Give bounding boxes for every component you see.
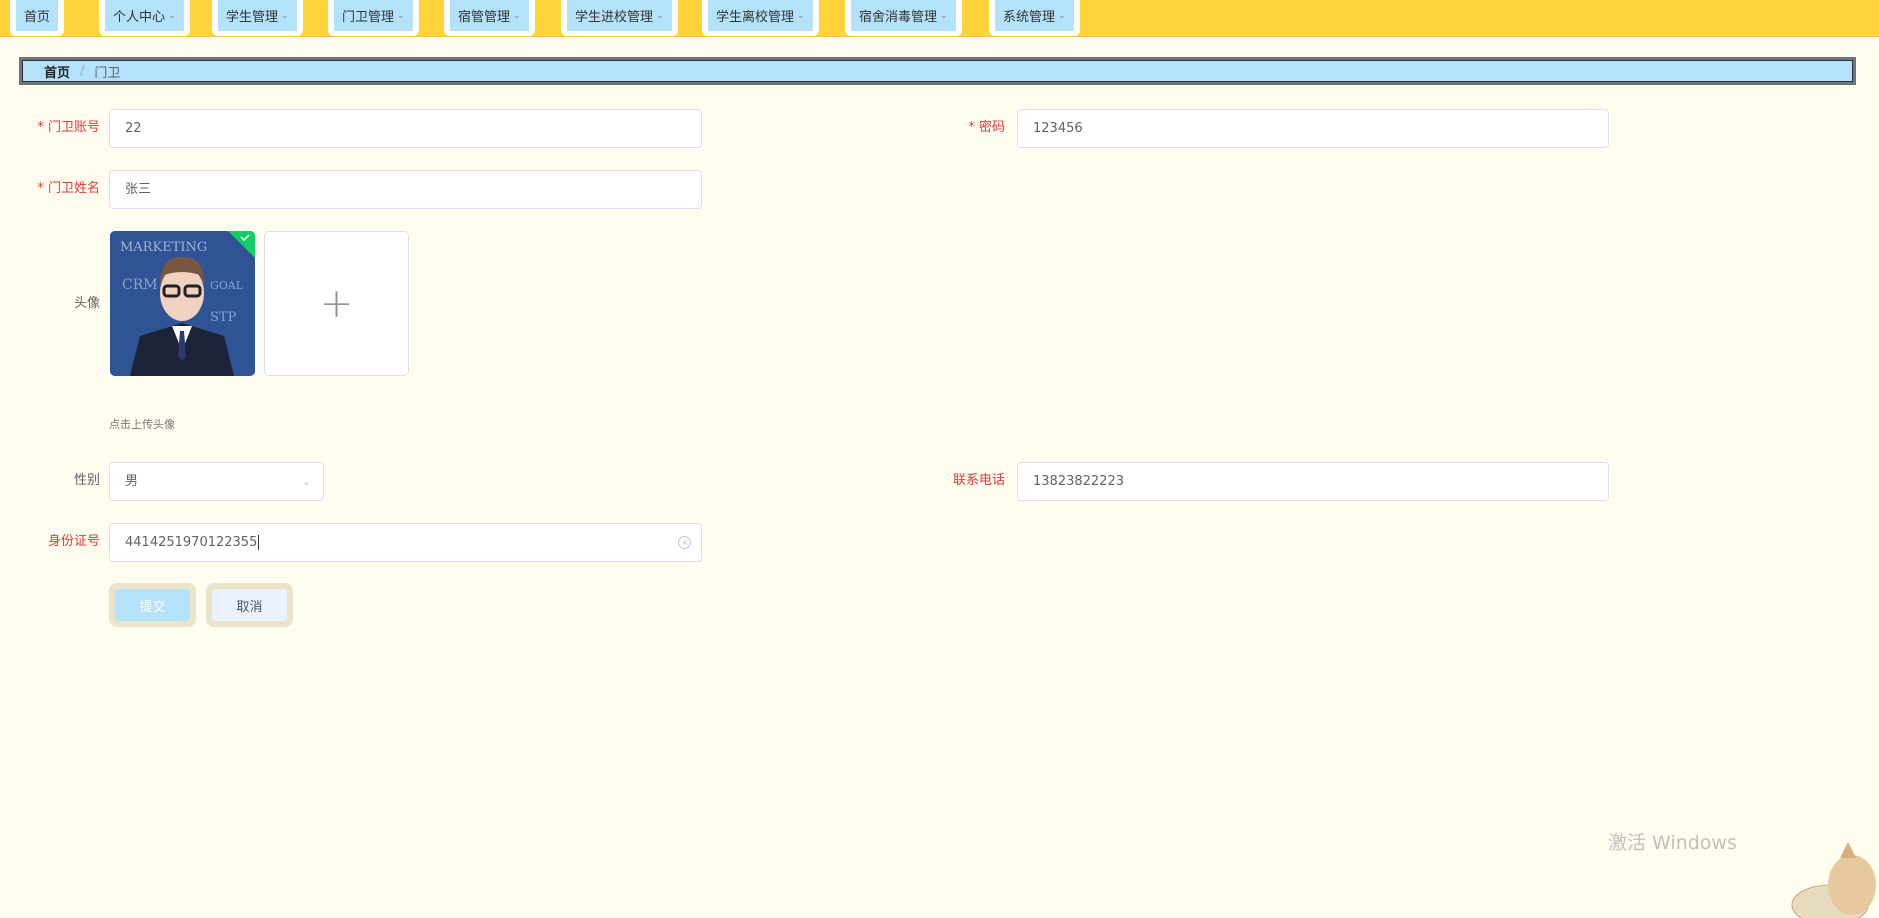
- cancel-button[interactable]: 取消: [212, 589, 287, 621]
- nav-item-label: 学生离校管理: [716, 10, 795, 25]
- nav-item-label: 系统管理: [1003, 10, 1056, 25]
- text-cursor: [258, 535, 260, 550]
- avatar-label: 头像: [73, 296, 100, 311]
- gender-value: 男: [125, 474, 139, 489]
- nav-item[interactable]: 学生管理 ⌄: [212, 0, 303, 36]
- nav-item-label: 门卫管理: [342, 10, 395, 25]
- idcard-label: 身份证号: [47, 534, 100, 549]
- password-input[interactable]: 123456: [1017, 109, 1609, 148]
- svg-text:GOAL: GOAL: [210, 279, 244, 292]
- password-label: * 密码: [968, 120, 1005, 135]
- svg-text:CRM: CRM: [122, 277, 158, 293]
- chevron-down-icon: ⌄: [281, 10, 289, 21]
- nav-item[interactable]: 门卫管理 ⌄: [328, 0, 419, 36]
- chevron-down-icon: ⌄: [1058, 10, 1066, 21]
- nav-item-label: 宿管管理: [458, 10, 511, 25]
- chevron-down-icon: ⌄: [940, 10, 948, 21]
- chevron-down-icon: ⌄: [397, 10, 405, 21]
- breadcrumb-home[interactable]: 首页: [44, 62, 70, 81]
- plus-icon: +: [319, 280, 354, 327]
- nav-item[interactable]: 系统管理 ⌄: [989, 0, 1080, 36]
- gender-select[interactable]: 男 ⌄: [109, 462, 324, 501]
- windows-activation-watermark: 激活 Windows: [1608, 832, 1737, 854]
- nav-item-label: 宿舍消毒管理: [859, 10, 938, 25]
- nav-item-label: 个人中心: [113, 10, 166, 25]
- account-input[interactable]: 22: [109, 109, 702, 148]
- nav-item[interactable]: 宿管管理 ⌄: [444, 0, 535, 36]
- cat-decoration-icon: [1791, 842, 1876, 918]
- nav-item[interactable]: 学生进校管理 ⌄: [561, 0, 678, 36]
- avatar-hint: 点击上传头像: [109, 418, 175, 431]
- chevron-down-icon: ⌄: [168, 10, 176, 21]
- nav-item-label: 学生管理: [226, 10, 279, 25]
- name-label: * 门卫姓名: [37, 181, 100, 196]
- chevron-down-icon: ⌄: [513, 10, 521, 21]
- cancel-button-wrap: 取消: [206, 583, 293, 627]
- chevron-down-icon: ⌄: [656, 10, 664, 21]
- nav-item[interactable]: 个人中心 ⌄: [99, 0, 190, 36]
- avatar-image[interactable]: MARKETING CRM GOAL STP: [110, 231, 255, 376]
- idcard-value: 4414251970122355: [125, 535, 258, 550]
- submit-button[interactable]: 提交: [115, 589, 190, 621]
- submit-button-wrap: 提交: [109, 583, 196, 627]
- breadcrumb-current: 门卫: [94, 65, 121, 81]
- account-label: * 门卫账号: [37, 120, 100, 135]
- top-nav: 首页 个人中心 ⌄ 学生管理 ⌄ 门卫管理 ⌄ 宿管管理 ⌄ 学生进校管理 ⌄ 学生离校管理 ⌄ 宿舍消毒…: [0, 0, 1879, 37]
- nav-item[interactable]: 学生离校管理 ⌄: [702, 0, 819, 36]
- nav-item[interactable]: 宿舍消毒管理 ⌄: [845, 0, 962, 36]
- phone-input[interactable]: 13823822223: [1017, 462, 1609, 501]
- clear-icon[interactable]: ×: [678, 536, 691, 549]
- svg-text:MARKETING: MARKETING: [120, 240, 207, 255]
- idcard-input[interactable]: 4414251970122355 ×: [109, 523, 702, 562]
- upload-plus-button[interactable]: +: [264, 231, 409, 376]
- breadcrumb-separator: /: [80, 63, 85, 79]
- avatar-picture-icon: MARKETING CRM GOAL STP: [110, 231, 255, 376]
- breadcrumb: 首页 / 门卫: [19, 57, 1856, 85]
- nav-item-label: 首页: [24, 10, 51, 25]
- nav-item[interactable]: 首页: [10, 0, 65, 36]
- chevron-down-icon: ⌄: [797, 10, 805, 21]
- chevron-down-icon: ⌄: [301, 475, 311, 488]
- phone-label: 联系电话: [952, 473, 1005, 488]
- name-input[interactable]: 张三: [109, 170, 702, 209]
- gender-label: 性别: [73, 473, 100, 488]
- nav-item-label: 学生进校管理: [575, 10, 654, 25]
- svg-text:STP: STP: [210, 310, 237, 325]
